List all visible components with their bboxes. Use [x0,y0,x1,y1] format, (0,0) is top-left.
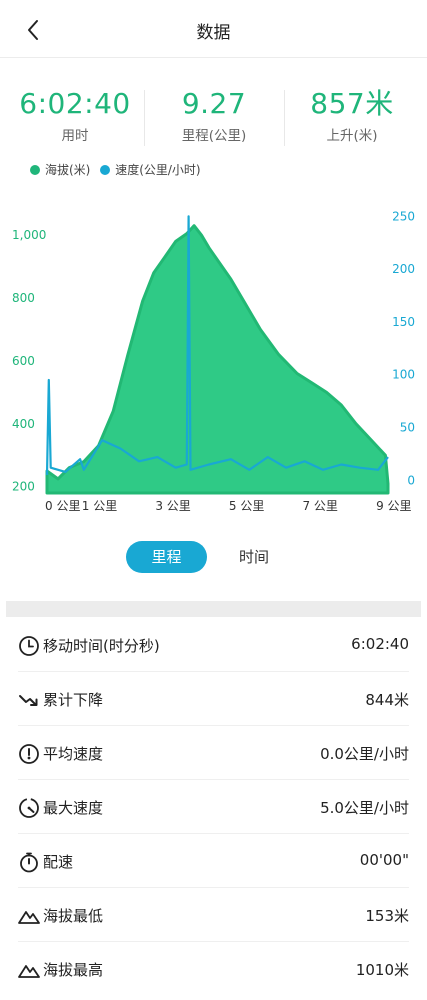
legend-dot-elevation [30,164,40,175]
y-left-tick-label: 1,000 [12,228,46,242]
detail-label: 移动时间(时分秒) [43,637,160,655]
stat-ascent: 857米 上升(米) [281,86,423,150]
detail-row-max-elevation: 海拔最高 1010米 [18,942,409,996]
stat-distance-label: 里程(公里) [181,128,247,144]
detail-value: 1010米 [355,961,409,979]
header: 数据 [0,0,427,58]
y-right-tick-label: 150 [392,315,415,329]
stat-ascent-label: 上升(米) [326,128,378,144]
detail-row-pace: 配速 00'00" [18,834,409,888]
tab-distance[interactable]: 里程 [126,541,207,573]
detail-label: 累计下降 [43,691,104,709]
mountain-icon [18,965,40,978]
detail-value: 844米 [365,691,409,709]
legend-dot-speed [100,164,111,175]
legend-item-speed: 速度(公里/小时) [100,161,201,178]
trend-down-icon [19,695,38,706]
y-right-tick-label: 200 [392,262,415,276]
clock-icon [19,636,39,656]
stat-distance-value: 9.27 [181,87,247,120]
y-left-tick-label: 200 [12,480,35,494]
x-tick-label: 1 公里 [82,499,117,513]
y-right-tick-label: 250 [392,209,415,223]
x-tick-label: 7 公里 [302,499,337,513]
stopwatch-icon [20,852,38,873]
x-axis: 0 公里 1 公里 3 公里 5 公里 7 公里 9 公里 [45,499,412,513]
x-tick-label: 9 公里 [376,499,411,513]
y-left-tick-label: 600 [12,354,35,368]
detail-value: 5.0公里/小时 [320,799,409,817]
page-title: 数据 [196,23,231,43]
mountain-icon [18,911,40,924]
detail-value: 00'00" [359,851,409,869]
x-tick-label: 3 公里 [155,499,190,513]
detail-value: 0.0公里/小时 [320,745,409,763]
detail-label: 配速 [43,853,74,871]
legend-item-elevation: 海拔(米) [30,161,90,178]
y-axis-right: 0 50 100 150 200 250 [392,209,415,487]
y-right-tick-label: 0 [407,473,415,487]
detail-row-total-descent: 累计下降 844米 [18,672,409,726]
legend-label-elevation: 海拔(米) [45,163,91,177]
detail-list: 移动时间(时分秒) 6:02:40 累计下降 844米 平均速度 0.0公里/小… [0,618,427,996]
y-left-tick-label: 800 [12,291,35,305]
max-speed-icon [19,798,39,818]
tab-time[interactable]: 时间 [222,541,286,573]
detail-row-max-speed: 最大速度 5.0公里/小时 [18,780,409,834]
y-axis-left: 200 400 600 800 1,000 [12,228,46,494]
detail-row-min-elevation: 海拔最低 153米 [18,888,409,942]
legend-label-speed: 速度(公里/小时) [115,163,201,177]
detail-row-avg-speed: 平均速度 0.0公里/小时 [18,726,409,780]
detail-row-moving-time: 移动时间(时分秒) 6:02:40 [18,618,409,672]
chart-legend: 海拔(米) 速度(公里/小时) [30,161,207,179]
summary-stats: 6:02:40 用时 9.27 里程(公里) 857米 上升(米) [0,86,427,150]
x-tick-label: 0 公里 [45,499,80,513]
stat-duration: 6:02:40 用时 [4,86,146,150]
detail-label: 海拔最低 [43,907,104,925]
y-right-tick-label: 100 [392,368,415,382]
detail-value: 6:02:40 [351,635,409,653]
detail-label: 平均速度 [43,745,104,763]
speedometer-icon [19,744,39,764]
stat-duration-value: 6:02:40 [19,87,131,120]
y-right-tick-label: 50 [400,421,415,435]
elevation-area [45,224,390,495]
detail-label: 海拔最高 [43,961,104,979]
y-left-tick-label: 400 [12,417,35,431]
detail-value: 153米 [365,907,409,925]
detail-label: 最大速度 [43,799,104,817]
x-tick-label: 5 公里 [229,499,264,513]
stat-ascent-value: 857米 [310,87,394,120]
stat-distance: 9.27 里程(公里) [143,86,285,150]
stat-duration-label: 用时 [61,128,89,144]
section-divider [6,601,421,617]
elevation-speed-chart[interactable]: 200 400 600 800 1,000 0 50 100 150 200 250 0 公里 1 … [0,190,427,520]
